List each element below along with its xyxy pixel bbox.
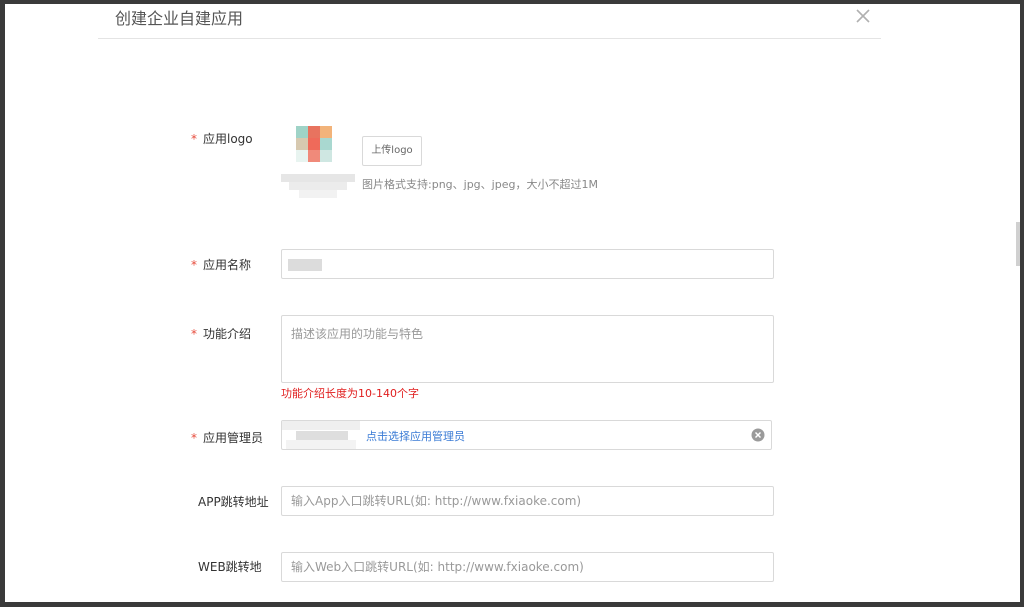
select-admin-link[interactable]: 点击选择应用管理员 <box>366 428 465 444</box>
app-url-input[interactable] <box>281 486 774 516</box>
dialog-header: 创建企业自建应用 <box>98 4 881 39</box>
logo-format-hint: 图片格式支持:png、jpg、jpeg，大小不超过1M <box>362 178 598 191</box>
description-label: * 功能介绍 <box>191 327 252 341</box>
dialog-title: 创建企业自建应用 <box>115 9 244 28</box>
description-textarea[interactable] <box>281 315 774 383</box>
logo-label: * 应用logo <box>191 132 253 146</box>
scrollbar-thumb[interactable] <box>1016 222 1020 266</box>
app-logo-preview <box>296 126 332 162</box>
description-error: 功能介绍长度为10-140个字 <box>281 387 419 400</box>
upload-logo-button[interactable]: 上传logo <box>362 136 422 166</box>
blurred-admin-name <box>282 421 362 449</box>
create-app-dialog: 创建企业自建应用 * 应用logo 上传logo 图片格式支持:png、jpg、j… <box>5 4 1020 602</box>
admin-label: * 应用管理员 <box>191 431 264 445</box>
close-icon[interactable] <box>854 7 872 25</box>
app-name-value-blurred <box>288 259 322 271</box>
app-name-input[interactable] <box>281 249 774 279</box>
admin-selector[interactable]: 点击选择应用管理员 <box>281 420 772 450</box>
web-url-input[interactable] <box>281 552 774 582</box>
blurred-logo-name <box>281 174 355 198</box>
clear-circle-icon[interactable] <box>751 428 765 442</box>
app-name-label: * 应用名称 <box>191 258 252 272</box>
required-mark: * <box>191 132 197 146</box>
